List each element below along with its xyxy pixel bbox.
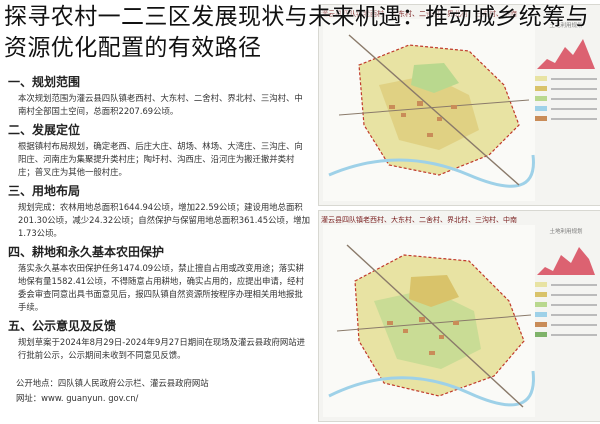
section-land-use: 三、用地布局 规划完成：农林用地总面积1644.94公顷，增加22.59公顷；建… — [8, 183, 310, 240]
legend-item — [535, 105, 597, 112]
section-feedback: 五、公示意见及反馈 规划草案于2024年8月29日-2024年9月27日期间在现… — [8, 318, 310, 362]
legend-item — [535, 321, 597, 328]
section-title: 三、用地布局 — [8, 184, 81, 198]
legend-item — [535, 281, 597, 288]
map-panel-bottom: 灌云县四队镇老西村、大东村、二舍村、界北村、三沟村、中南村村庄规划（2021-2… — [318, 210, 600, 422]
legend-item — [535, 331, 597, 338]
section-title: 四、耕地和永久基本农田保护 — [8, 245, 165, 259]
legend-item — [535, 85, 597, 92]
section-body: 落实永久基本农田保护任务1474.09公顷，禁止擅自占用或改变用途；落实耕地保有… — [18, 263, 304, 312]
section-scope: 一、规划范围 本次规划范围为灌云县四队镇老西村、大东村、二舍村、界北村、三沟村、… — [8, 74, 310, 118]
legend-item — [535, 115, 597, 122]
section-body: 规划完成：农林用地总面积1644.94公顷，增加22.59公顷；建设用地总面积2… — [18, 202, 310, 238]
section-title: 五、公示意见及反馈 — [8, 319, 117, 333]
section-body: 根据镇村布局规划，确定老西、后庄大庄、胡场、林场、大湾庄、三沟庄、向阳庄、河南庄… — [18, 141, 303, 177]
footer-website[interactable]: 网址：www. guanyun. gov.cn/ — [16, 391, 209, 406]
section-positioning: 二、发展定位 根据镇村布局规划，确定老西、后庄大庄、胡场、林场、大湾庄、三沟庄、… — [8, 122, 310, 179]
section-title: 一、规划范围 — [8, 75, 81, 89]
mini-chart — [537, 247, 595, 275]
section-title: 二、发展定位 — [8, 123, 81, 137]
footer: 公开地点：四队镇人民政府公示栏、灌云县政府网站 网址：www. guanyun.… — [16, 376, 209, 406]
legend-item — [535, 95, 597, 102]
legend-chart-label: 土地利用规划 — [549, 229, 583, 235]
headline: 探寻农村一二三区发展现状与未来机遇：推动城乡统筹与资源优化配置的有效路径 — [4, 4, 589, 61]
footer-location: 公开地点：四队镇人民政府公示栏、灌云县政府网站 — [16, 378, 209, 388]
section-farmland: 四、耕地和永久基本农田保护 落实永久基本农田保护任务1474.09公顷，禁止擅自… — [8, 244, 310, 314]
legend-item — [535, 291, 597, 298]
section-body: 本次规划范围为灌云县四队镇老西村、大东村、二舍村、界北村、三沟村、中南村全部国土… — [18, 93, 303, 116]
plan-document: 一、规划范围 本次规划范围为灌云县四队镇老西村、大东村、二舍村、界北村、三沟村、… — [8, 70, 310, 362]
legend-item — [535, 301, 597, 308]
legend-item — [535, 75, 597, 82]
section-body: 规划草案于2024年8月29日-2024年9月27日期间在现场及灌云县政府网站进… — [18, 337, 305, 360]
legend-bottom: 土地利用规划 — [535, 227, 597, 341]
legend-item — [535, 311, 597, 318]
